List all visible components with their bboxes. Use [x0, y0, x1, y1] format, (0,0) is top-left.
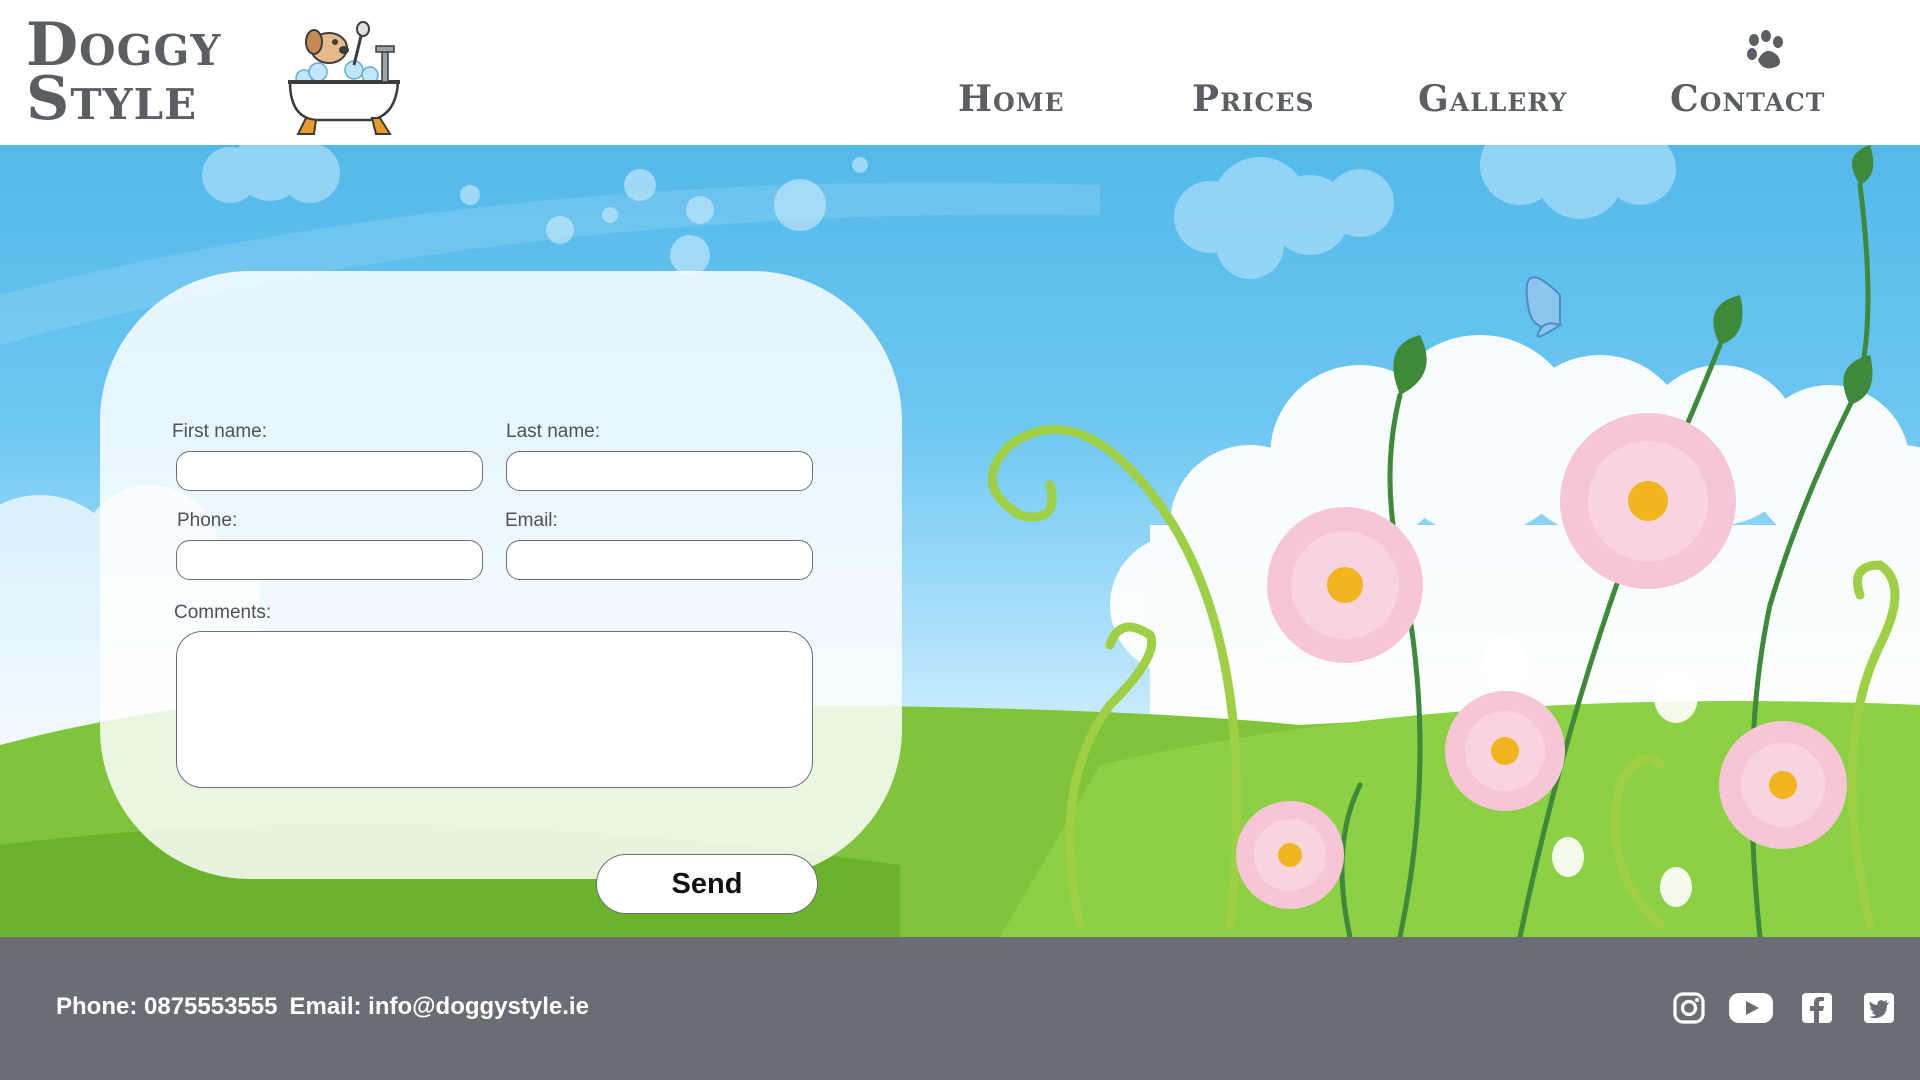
butterfly-icon	[1525, 276, 1563, 338]
email-input[interactable]	[506, 540, 813, 580]
nav-prices[interactable]: Prices	[1192, 78, 1315, 120]
phone-input[interactable]	[176, 540, 483, 580]
facebook-icon[interactable]	[1800, 991, 1834, 1025]
nav-gallery[interactable]: Gallery	[1418, 78, 1567, 120]
comments-label: Comments:	[174, 602, 272, 623]
main-nav: Home Prices Gallery Contact	[0, 78, 1920, 128]
first-name-input[interactable]	[176, 451, 483, 491]
instagram-icon[interactable]	[1672, 991, 1706, 1025]
last-name-input[interactable]	[506, 451, 813, 491]
footer-email: Email: info@doggystyle.ie	[289, 993, 589, 1020]
hero-background: First name: Last name: Phone: Email: Com…	[0, 145, 1920, 937]
youtube-icon[interactable]	[1728, 991, 1774, 1025]
paw-icon	[1747, 30, 1783, 69]
nav-home[interactable]: Home	[958, 78, 1065, 120]
email-label: Email:	[505, 510, 558, 531]
phone-label: Phone:	[177, 510, 238, 531]
send-button[interactable]: Send	[596, 854, 818, 914]
nav-contact[interactable]: Contact	[1670, 78, 1825, 120]
last-name-label: Last name:	[506, 421, 600, 442]
first-name-label: First name:	[172, 421, 268, 442]
footer-contact-info: Phone: 0875553555 Email: info@doggystyle.…	[56, 993, 601, 1021]
site-footer: Phone: 0875553555 Email: info@doggystyle.…	[0, 937, 1920, 1080]
footer-phone: Phone: 0875553555	[56, 993, 278, 1020]
comments-textarea[interactable]	[176, 631, 813, 788]
site-header: Doggy Style Home Prices Gallery Contact	[0, 0, 1920, 145]
pink-flower-icon	[1267, 507, 1423, 663]
twitter-icon[interactable]	[1862, 991, 1896, 1025]
